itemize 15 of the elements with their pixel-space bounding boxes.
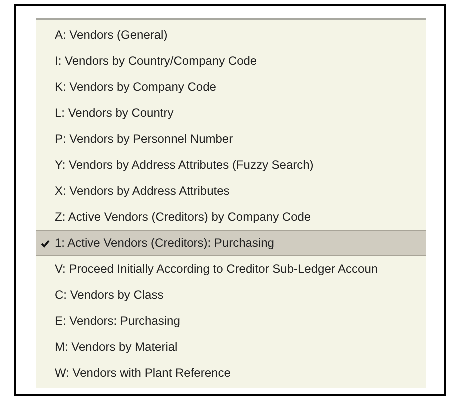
menu-item[interactable]: K: Vendors by Company Code — [36, 74, 426, 100]
menu-item[interactable]: P: Vendors by Personnel Number — [36, 126, 426, 152]
menu-item[interactable]: W: Vendors with Plant Reference — [36, 360, 426, 386]
checkmark-icon — [41, 240, 50, 248]
menu-item[interactable]: X: Vendors by Address Attributes — [36, 178, 426, 204]
menu-item[interactable]: M: Vendors by Material — [36, 334, 426, 360]
menu-item[interactable]: V: Proceed Initially According to Creditor Sub-Ledger Accoun — [36, 256, 426, 282]
menu-item[interactable]: I: Vendors by Country/Company Code — [36, 48, 426, 74]
menu-item[interactable]: A: Vendors (General) — [36, 22, 426, 48]
menu-item[interactable]: Y: Vendors by Address Attributes (Fuzzy Search) — [36, 152, 426, 178]
menu-item[interactable]: Z: Active Vendors (Creditors) by Company Code — [36, 204, 426, 230]
menu-item[interactable]: 1: Active Vendors (Creditors): Purchasing — [36, 230, 426, 256]
menu-item[interactable]: C: Vendors by Class — [36, 282, 426, 308]
menu-item[interactable]: L: Vendors by Country — [36, 100, 426, 126]
menu-item[interactable]: E: Vendors: Purchasing — [36, 308, 426, 334]
